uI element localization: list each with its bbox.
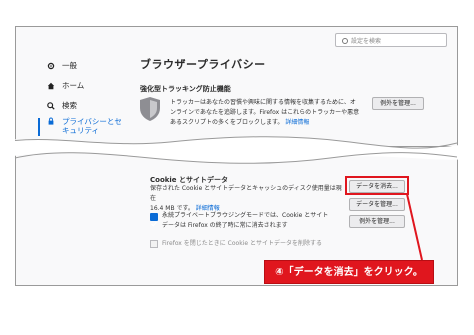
tracking-learn-more-link[interactable]: 詳細情報	[285, 119, 309, 126]
check-icon	[151, 221, 157, 227]
notice-line: 永続プライベートブラウジングモードでは、Cookie とサイト	[162, 212, 329, 219]
tracking-description: トラッカーはあなたの習慣や興味に関する情報を収集するために、オ ンラインであなた…	[170, 98, 365, 128]
notice-line: データは Firefox の終了時に常に消去されます	[162, 222, 288, 229]
desc-line: ンラインであなたを追跡します。Firefox はこれらのトラッカーや悪意	[170, 109, 360, 116]
private-mode-notice-checkbox	[150, 213, 158, 227]
search-icon	[342, 38, 348, 44]
cookies-manage-exceptions-button[interactable]: 例外を管理...	[349, 215, 405, 228]
desc-line: 保存された Cookie とサイトデータとキャッシュのディスク使用量は現在	[150, 185, 342, 202]
search-placeholder: 設定を検索	[351, 38, 382, 45]
callout-pointer	[406, 193, 423, 261]
private-mode-notice: 永続プライベートブラウジングモードでは、Cookie とサイト データは Fir…	[162, 211, 342, 231]
lock-icon	[48, 117, 54, 125]
sidebar-item-general[interactable]: 一般	[47, 60, 77, 71]
search-icon	[47, 101, 55, 110]
sidebar-item-search[interactable]: 検索	[47, 100, 77, 111]
instruction-callout: ④「データを消去」をクリック。	[264, 260, 434, 284]
sidebar-item-label: 検索	[62, 101, 77, 110]
tracking-heading: 強化型トラッキング防止機能	[140, 85, 231, 93]
label-line-1: プライバシーとセ	[62, 117, 122, 126]
gear-icon	[47, 62, 55, 69]
page-title: ブラウザープライバシー	[140, 58, 266, 71]
shield-icon	[140, 97, 160, 121]
cookies-description: 保存された Cookie とサイトデータとキャッシュのディスク使用量は現在 16…	[150, 184, 346, 214]
manage-data-button[interactable]: データを管理...	[349, 198, 405, 211]
label-line-2: キュリティ	[62, 126, 100, 135]
sidebar-item-label: ホーム	[62, 81, 85, 90]
home-icon	[47, 82, 55, 89]
desc-line: あるスクリプトの多くをブロックします。	[170, 119, 284, 126]
tracking-manage-exceptions-button[interactable]: 例外を管理...	[372, 97, 424, 110]
settings-search-input[interactable]: 設定を検索	[335, 33, 447, 47]
desc-line: トラッカーはあなたの習慣や興味に関する情報を収集するために、オ	[170, 99, 356, 106]
delete-on-close-label: Firefox を閉じたときに Cookie とサイトデータを削除する	[162, 240, 322, 247]
sidebar-item-home[interactable]: ホーム	[47, 80, 84, 91]
delete-on-close-checkbox[interactable]	[150, 240, 158, 248]
sidebar-item-label: プライバシーとセ キュリティ	[62, 117, 122, 135]
sidebar-item-privacy[interactable]: プライバシーとセ キュリティ	[38, 117, 122, 136]
sidebar-item-label: 一般	[62, 61, 77, 70]
active-indicator	[38, 118, 40, 136]
